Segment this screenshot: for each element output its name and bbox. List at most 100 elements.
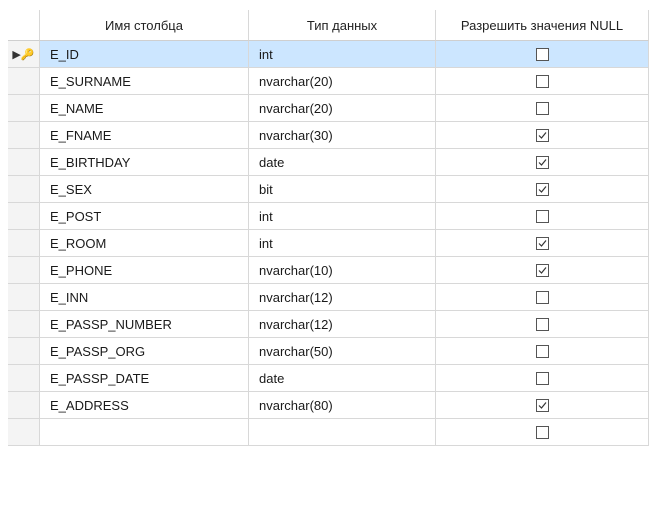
row-selector[interactable] bbox=[8, 284, 40, 311]
allow-nulls-checkbox[interactable] bbox=[535, 128, 549, 142]
allow-nulls-cell bbox=[436, 365, 649, 392]
data-type-cell[interactable]: nvarchar(20) bbox=[249, 68, 436, 95]
table-row[interactable]: E_INN nvarchar(12) bbox=[8, 284, 649, 311]
allow-nulls-checkbox[interactable] bbox=[535, 236, 549, 250]
header-row-selector bbox=[8, 10, 40, 41]
table-row[interactable]: E_PASSP_ORG nvarchar(50) bbox=[8, 338, 649, 365]
allow-nulls-cell bbox=[436, 338, 649, 365]
data-type-cell[interactable]: date bbox=[249, 365, 436, 392]
row-selector[interactable] bbox=[8, 365, 40, 392]
data-type-cell[interactable]: nvarchar(12) bbox=[249, 284, 436, 311]
allow-nulls-cell bbox=[436, 284, 649, 311]
allow-nulls-cell bbox=[436, 257, 649, 284]
row-selector[interactable] bbox=[8, 230, 40, 257]
checkmark-icon bbox=[538, 158, 546, 166]
allow-nulls-checkbox[interactable] bbox=[535, 371, 549, 385]
data-type-cell[interactable]: int bbox=[249, 41, 436, 68]
table-row[interactable]: E_ROOM int bbox=[8, 230, 649, 257]
column-name-cell[interactable]: E_ROOM bbox=[40, 230, 249, 257]
data-type-cell[interactable]: date bbox=[249, 149, 436, 176]
column-name-cell[interactable]: E_INN bbox=[40, 284, 249, 311]
allow-nulls-cell bbox=[436, 95, 649, 122]
allow-nulls-checkbox[interactable] bbox=[535, 209, 549, 223]
allow-nulls-cell bbox=[436, 203, 649, 230]
allow-nulls-cell bbox=[436, 122, 649, 149]
table-row[interactable]: E_SEX bit bbox=[8, 176, 649, 203]
row-selector[interactable] bbox=[8, 203, 40, 230]
table-row[interactable] bbox=[8, 419, 649, 446]
checkmark-icon bbox=[538, 185, 546, 193]
column-name-cell[interactable]: E_POST bbox=[40, 203, 249, 230]
column-name-header[interactable]: Имя столбца bbox=[40, 10, 249, 41]
row-selector[interactable] bbox=[8, 68, 40, 95]
table-row[interactable]: E_ADDRESS nvarchar(80) bbox=[8, 392, 649, 419]
allow-nulls-cell bbox=[436, 68, 649, 95]
allow-nulls-cell bbox=[436, 149, 649, 176]
allow-nulls-cell bbox=[436, 392, 649, 419]
data-type-cell[interactable]: nvarchar(20) bbox=[249, 95, 436, 122]
allow-nulls-checkbox[interactable] bbox=[535, 155, 549, 169]
data-type-cell[interactable]: nvarchar(80) bbox=[249, 392, 436, 419]
table-row[interactable]: E_BIRTHDAY date bbox=[8, 149, 649, 176]
allow-nulls-checkbox[interactable] bbox=[535, 182, 549, 196]
column-name-cell[interactable]: E_SURNAME bbox=[40, 68, 249, 95]
row-selector[interactable] bbox=[8, 257, 40, 284]
table-row[interactable]: E_FNAME nvarchar(30) bbox=[8, 122, 649, 149]
allow-nulls-header[interactable]: Разрешить значения NULL bbox=[436, 10, 649, 41]
allow-nulls-checkbox[interactable] bbox=[535, 290, 549, 304]
column-name-cell[interactable]: E_FNAME bbox=[40, 122, 249, 149]
checkmark-icon bbox=[538, 401, 546, 409]
column-name-cell[interactable]: E_ID bbox=[40, 41, 249, 68]
allow-nulls-checkbox[interactable] bbox=[535, 317, 549, 331]
column-name-cell[interactable]: E_PASSP_NUMBER bbox=[40, 311, 249, 338]
row-selector[interactable] bbox=[8, 338, 40, 365]
data-type-cell[interactable]: nvarchar(30) bbox=[249, 122, 436, 149]
column-name-cell[interactable]: E_PASSP_ORG bbox=[40, 338, 249, 365]
row-selector[interactable] bbox=[8, 95, 40, 122]
table-row[interactable]: E_NAME nvarchar(20) bbox=[8, 95, 649, 122]
row-selector[interactable] bbox=[8, 419, 40, 446]
allow-nulls-cell bbox=[436, 419, 649, 446]
table-row[interactable]: E_SURNAME nvarchar(20) bbox=[8, 68, 649, 95]
allow-nulls-checkbox[interactable] bbox=[535, 101, 549, 115]
data-type-header[interactable]: Тип данных bbox=[249, 10, 436, 41]
table-row[interactable]: E_PHONE nvarchar(10) bbox=[8, 257, 649, 284]
data-type-cell[interactable] bbox=[249, 419, 436, 446]
row-selector[interactable] bbox=[8, 122, 40, 149]
data-type-cell[interactable]: nvarchar(12) bbox=[249, 311, 436, 338]
data-type-cell[interactable]: bit bbox=[249, 176, 436, 203]
column-name-cell[interactable] bbox=[40, 419, 249, 446]
row-selector[interactable]: ▶🔑 bbox=[8, 41, 40, 68]
allow-nulls-checkbox[interactable] bbox=[535, 344, 549, 358]
rows-container: ▶🔑 E_ID int E_SURNAME nvarchar(20) E_NAME nvar… bbox=[8, 41, 649, 446]
table-row[interactable]: E_POST int bbox=[8, 203, 649, 230]
data-type-cell[interactable]: int bbox=[249, 203, 436, 230]
column-name-cell[interactable]: E_BIRTHDAY bbox=[40, 149, 249, 176]
table-row[interactable]: E_PASSP_DATE date bbox=[8, 365, 649, 392]
row-selector[interactable] bbox=[8, 176, 40, 203]
data-type-cell[interactable]: int bbox=[249, 230, 436, 257]
data-type-cell[interactable]: nvarchar(50) bbox=[249, 338, 436, 365]
header-row: Имя столбца Тип данных Разрешить значени… bbox=[8, 10, 649, 41]
column-name-cell[interactable]: E_PASSP_DATE bbox=[40, 365, 249, 392]
row-selector[interactable] bbox=[8, 392, 40, 419]
allow-nulls-checkbox[interactable] bbox=[535, 47, 549, 61]
checkmark-icon bbox=[538, 131, 546, 139]
allow-nulls-cell bbox=[436, 230, 649, 257]
allow-nulls-checkbox[interactable] bbox=[535, 263, 549, 277]
table-row[interactable]: E_PASSP_NUMBER nvarchar(12) bbox=[8, 311, 649, 338]
allow-nulls-checkbox[interactable] bbox=[535, 398, 549, 412]
row-selector[interactable] bbox=[8, 149, 40, 176]
allow-nulls-checkbox[interactable] bbox=[535, 425, 549, 439]
allow-nulls-checkbox[interactable] bbox=[535, 74, 549, 88]
checkmark-icon bbox=[538, 266, 546, 274]
allow-nulls-cell bbox=[436, 176, 649, 203]
column-name-cell[interactable]: E_SEX bbox=[40, 176, 249, 203]
row-selector[interactable] bbox=[8, 311, 40, 338]
table-row[interactable]: ▶🔑 E_ID int bbox=[8, 41, 649, 68]
column-name-cell[interactable]: E_PHONE bbox=[40, 257, 249, 284]
data-type-cell[interactable]: nvarchar(10) bbox=[249, 257, 436, 284]
column-name-cell[interactable]: E_ADDRESS bbox=[40, 392, 249, 419]
column-name-cell[interactable]: E_NAME bbox=[40, 95, 249, 122]
table-designer-grid: Имя столбца Тип данных Разрешить значени… bbox=[8, 10, 649, 446]
